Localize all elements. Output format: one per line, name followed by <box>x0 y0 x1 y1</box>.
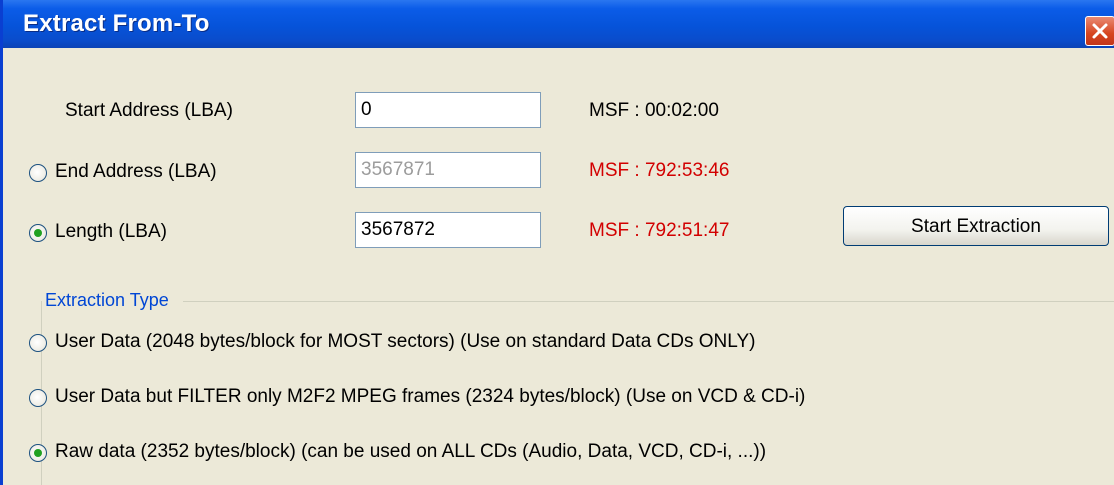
length-label[interactable]: Length (LBA) <box>55 221 167 243</box>
window-title: Extract From-To <box>23 10 210 37</box>
extraction-option-m2f2-label[interactable]: User Data but FILTER only M2F2 MPEG fram… <box>55 386 805 408</box>
group-border-top <box>183 301 1114 302</box>
extraction-type-group-label: Extraction Type <box>43 290 171 311</box>
start-extraction-button[interactable]: Start Extraction <box>843 206 1109 246</box>
extraction-option-raw-label[interactable]: Raw data (2352 bytes/block) (can be used… <box>55 441 766 463</box>
extraction-option-user-data-label[interactable]: User Data (2048 bytes/block for MOST sec… <box>55 331 755 353</box>
end-address-input[interactable]: 3567871 <box>355 152 541 188</box>
title-bar[interactable]: Extract From-To <box>3 0 1114 48</box>
length-input[interactable]: 3567872 <box>355 212 541 248</box>
extract-from-to-dialog: Extract From-To Start Address (LBA) 0 MS… <box>0 0 1114 485</box>
extraction-option-raw-radio[interactable] <box>29 444 47 462</box>
end-address-msf: MSF : 792:53:46 <box>589 160 730 181</box>
end-address-label[interactable]: End Address (LBA) <box>55 161 217 183</box>
start-address-label: Start Address (LBA) <box>65 100 233 121</box>
start-address-msf: MSF : 00:02:00 <box>589 100 719 121</box>
close-button[interactable] <box>1085 16 1114 46</box>
end-address-radio[interactable] <box>29 164 47 182</box>
extraction-option-user-data-radio[interactable] <box>29 334 47 352</box>
close-icon <box>1092 23 1108 39</box>
extraction-option-m2f2-radio[interactable] <box>29 389 47 407</box>
start-address-input[interactable]: 0 <box>355 92 541 128</box>
length-msf: MSF : 792:51:47 <box>589 220 730 241</box>
length-radio[interactable] <box>29 224 47 242</box>
